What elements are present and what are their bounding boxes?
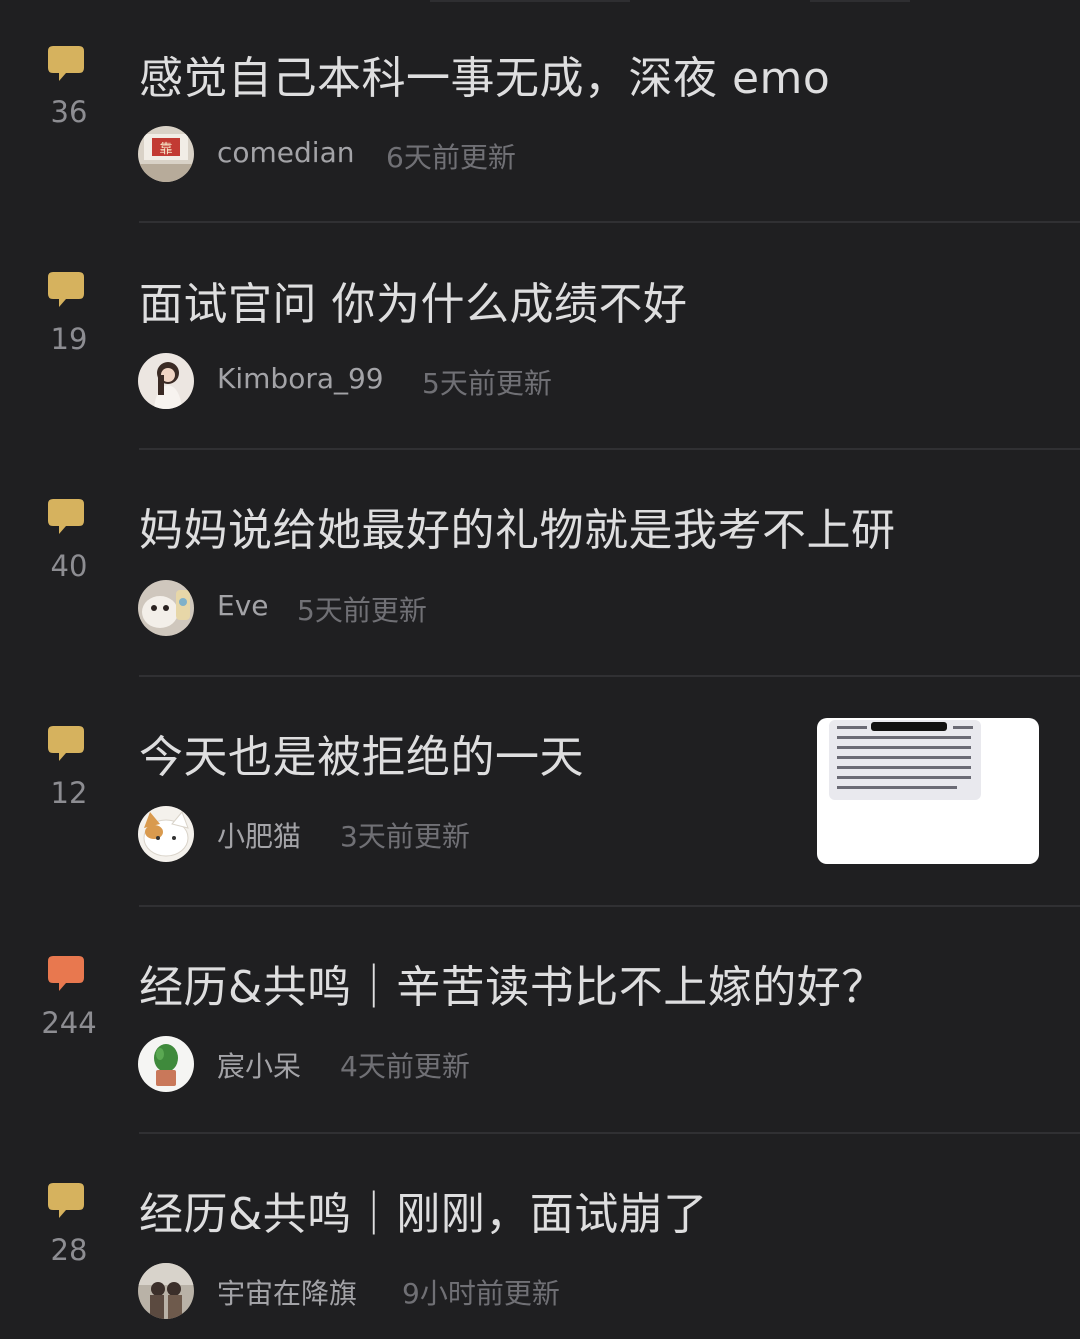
- post-title[interactable]: 妈妈说给她最好的礼物就是我考不上研: [139, 494, 896, 558]
- avatar-image: [138, 1036, 194, 1092]
- updated-time: 3天前更新: [340, 820, 470, 853]
- author-name[interactable]: 宸小呆: [217, 1045, 301, 1085]
- post-thumbnail[interactable]: [817, 718, 1039, 864]
- avatar-image: [138, 580, 194, 636]
- comment-count: 244: [41, 1006, 97, 1040]
- post-item[interactable]: 28 经历&共鸣｜刚刚，面试崩了 宇宙在降旗 9小时前更新: [0, 1134, 1080, 1339]
- svg-text:靠: 靠: [159, 142, 172, 157]
- comment-count: 40: [50, 549, 88, 583]
- updated-time: 9小时前更新: [402, 1277, 560, 1310]
- author-name[interactable]: Eve: [217, 589, 269, 622]
- updated-time: 5天前更新: [422, 367, 552, 400]
- comment-bubble-icon: [48, 46, 84, 81]
- author-name[interactable]: 小肥猫: [217, 815, 301, 855]
- avatar[interactable]: 靠: [138, 126, 194, 182]
- comment-count: 19: [50, 322, 88, 356]
- avatar[interactable]: [138, 580, 194, 636]
- post-title[interactable]: 面试官问 你为什么成绩不好: [139, 268, 688, 332]
- updated-time: 6天前更新: [386, 141, 516, 174]
- comment-bubble-icon: [48, 1183, 84, 1218]
- post-item[interactable]: 244 经历&共鸣｜辛苦读书比不上嫁的好？ 宸小呆 4天前更新: [0, 907, 1080, 1133]
- avatar-image: [138, 353, 194, 409]
- post-item[interactable]: 36 感觉自己本科一事无成，深夜 emo 靠 comedian 6天前更新: [0, 0, 1080, 222]
- comment-count: 28: [50, 1233, 88, 1267]
- author-name[interactable]: Kimbora_99: [217, 362, 384, 395]
- post-title[interactable]: 今天也是被拒绝的一天: [139, 721, 584, 785]
- updated-time: 5天前更新: [297, 594, 427, 627]
- post-title[interactable]: 经历&共鸣｜辛苦读书比不上嫁的好？: [139, 951, 886, 1015]
- message-screenshot-image: [829, 720, 981, 800]
- post-title[interactable]: 感觉自己本科一事无成，深夜 emo: [139, 42, 830, 106]
- avatar-image: 靠: [138, 126, 194, 182]
- comment-bubble-icon: [48, 272, 84, 307]
- comment-bubble-icon: [48, 956, 84, 991]
- post-title[interactable]: 经历&共鸣｜刚刚，面试崩了: [139, 1178, 708, 1242]
- avatar[interactable]: [138, 1036, 194, 1092]
- updated-time: 4天前更新: [340, 1050, 470, 1083]
- author-name[interactable]: 宇宙在降旗: [217, 1272, 357, 1312]
- comment-bubble-icon: [48, 726, 84, 761]
- comment-count: 12: [50, 776, 88, 810]
- author-name[interactable]: comedian: [217, 136, 354, 169]
- post-item[interactable]: 40 妈妈说给她最好的礼物就是我考不上研 Eve 5天前更新: [0, 450, 1080, 676]
- avatar-image: [138, 1263, 194, 1319]
- avatar[interactable]: [138, 806, 194, 862]
- avatar[interactable]: [138, 1263, 194, 1319]
- post-item[interactable]: 19 面试官问 你为什么成绩不好 Kimbora_99 5天前更新: [0, 222, 1080, 450]
- avatar-image: [138, 806, 194, 862]
- comment-count: 36: [50, 95, 88, 129]
- avatar[interactable]: [138, 353, 194, 409]
- comment-bubble-icon: [48, 499, 84, 534]
